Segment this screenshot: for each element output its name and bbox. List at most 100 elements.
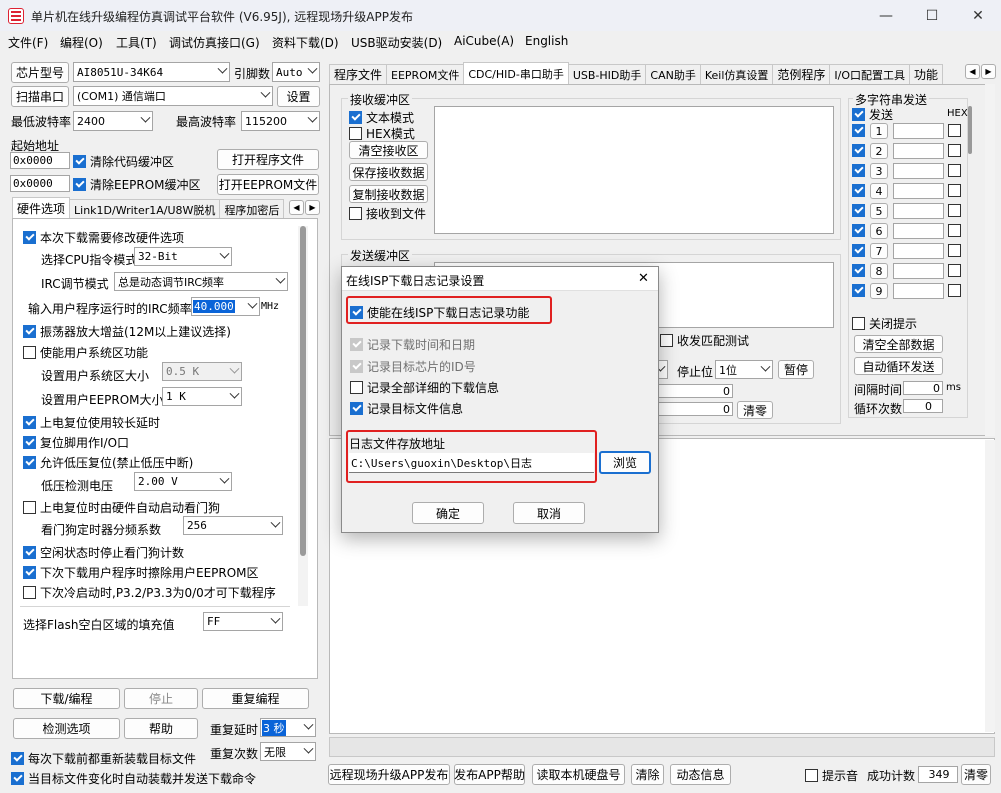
tab-examples[interactable]: 范例程序 [772,64,831,84]
code-address-input[interactable]: 0x0000 [10,152,70,169]
osc-gain-checkbox[interactable]: 振荡器放大增益(12M以上建议选择) [23,323,231,340]
publish-help-button[interactable]: 发布APP帮助 [454,764,525,785]
auto-send-checkbox[interactable]: 当目标文件变化时自动装载并发送下载命令 [11,770,256,787]
eeprom-address-input[interactable]: 0x0000 [10,175,70,192]
tab-scroll-left-icon[interactable]: ◀ [289,200,304,215]
multi-row-hex-checkbox[interactable] [948,264,965,277]
dynamic-info-button[interactable]: 动态信息 [670,764,731,785]
idle-stop-wdt-checkbox[interactable]: 空闲状态时停止看门狗计数 [23,544,184,561]
scrollbar-thumb[interactable] [300,226,306,556]
browse-button[interactable]: 浏览 [599,451,651,474]
low-voltage-reset-checkbox[interactable]: 允许低压复位(禁止低压中断) [23,454,193,471]
user-system-area-checkbox[interactable]: 使能用户系统区功能 [23,344,148,361]
multi-row-send-checkbox[interactable] [852,124,869,137]
reload-before-download-checkbox[interactable]: 每次下载前都重新装载目标文件 [11,750,196,767]
lvd-select[interactable]: 2.00 V [134,472,232,491]
long-reset-delay-checkbox[interactable]: 上电复位使用较长延时 [23,414,160,431]
clear-receive-button[interactable]: 清空接收区 [349,141,428,159]
tab-scroll-right-icon[interactable]: ▶ [305,200,320,215]
multi-row-text-input[interactable] [893,263,944,279]
tab-keil-settings[interactable]: Keil仿真设置 [699,64,774,84]
multi-row-hex-checkbox[interactable] [948,144,965,157]
port-settings-button[interactable]: 设置 [277,86,320,107]
match-test-checkbox[interactable]: 收发匹配测试 [660,332,749,349]
multi-row-send-checkbox[interactable] [852,164,869,177]
multi-row-text-input[interactable] [893,183,944,199]
recv-hex-mode-checkbox[interactable]: HEX模式 [349,125,415,142]
p32-p33-cold-start-checkbox[interactable]: 下次冷启动时,P3.2/P3.3为0/0才可下载程序 [23,584,276,601]
irc-freq-value[interactable]: 40.000 [193,300,235,313]
multi-row-send-button[interactable]: 6 [870,223,888,239]
output-scrollbar[interactable] [985,440,995,732]
multi-row-hex-checkbox[interactable] [948,244,965,257]
wdt-prescaler-select[interactable]: 256 [183,516,283,535]
tab-scroll-left-icon[interactable]: ◀ [965,64,980,79]
panel-scrollbar[interactable] [985,84,995,436]
record-chip-id-checkbox[interactable]: 记录目标芯片的ID号 [350,358,476,375]
tab-usb-hid[interactable]: USB-HID助手 [567,64,647,84]
tab-can[interactable]: CAN助手 [645,64,701,84]
multi-string-scrollbar[interactable] [968,106,972,154]
chip-model-select[interactable]: AI8051U-34K64 [73,62,230,82]
multi-row-send-button[interactable]: 5 [870,203,888,219]
copy-receive-button[interactable]: 复制接收数据 [349,185,428,203]
tab-io-config[interactable]: I/O口配置工具 [829,64,910,84]
tab-cdc-serial-assistant[interactable]: CDC/HID-串口助手 [463,62,569,84]
minimize-button[interactable]: — [863,0,909,31]
repeat-program-button[interactable]: 重复编程 [202,688,309,709]
enable-isp-log-checkbox[interactable]: 使能在线ISP下载日志记录功能 [350,304,529,321]
multi-row-send-button[interactable]: 8 [870,263,888,279]
ok-button[interactable]: 确定 [412,502,484,524]
multi-row-hex-checkbox[interactable] [948,164,965,177]
receive-to-file-checkbox[interactable]: 接收到文件 [349,205,426,222]
multi-row-send-button[interactable]: 7 [870,243,888,259]
menu-english[interactable]: English [525,34,568,48]
cancel-button[interactable]: 取消 [513,502,585,524]
pins-select[interactable]: Auto [272,62,320,82]
multi-row-text-input[interactable] [893,243,944,259]
tab-more[interactable]: 功能 [909,64,944,84]
maximize-button[interactable]: ☐ [909,0,955,31]
menu-download[interactable]: 资料下载(D) [272,34,339,51]
options-scrollbar[interactable] [298,226,308,606]
read-disk-id-button[interactable]: 读取本机硬盘号 [532,764,625,785]
sys-area-size-select[interactable]: 0.5 K [162,362,242,381]
multi-row-hex-checkbox[interactable] [948,224,965,237]
clear-eeprom-checkbox[interactable]: 清除EEPROM缓冲区 [73,176,201,193]
help-button[interactable]: 帮助 [124,718,198,739]
tab-hardware-options[interactable]: 硬件选项 [12,197,71,219]
record-target-file-checkbox[interactable]: 记录目标文件信息 [350,400,463,417]
irc-mode-select[interactable]: 总是动态调节IRC频率 [114,272,288,291]
multi-row-text-input[interactable] [893,143,944,159]
multi-row-send-button[interactable]: 3 [870,163,888,179]
multi-row-send-button[interactable]: 9 [870,283,888,299]
multi-row-send-button[interactable]: 2 [870,143,888,159]
stop-bits-select[interactable]: 1位 [715,360,773,379]
multi-row-send-checkbox[interactable] [852,284,869,297]
multi-row-send-checkbox[interactable] [852,264,869,277]
pause-button[interactable]: 暂停 [778,360,814,379]
multi-row-send-checkbox[interactable] [852,204,869,217]
clear-output-button[interactable]: 清除 [631,764,664,785]
menu-aicube[interactable]: AiCube(A) [454,34,514,48]
tab-eeprom-file[interactable]: EEPROM文件 [386,64,465,84]
dialog-close-icon[interactable]: ✕ [638,271,649,286]
multi-row-text-input[interactable] [893,223,944,239]
multi-row-send-checkbox[interactable] [852,224,869,237]
open-program-file-button[interactable]: 打开程序文件 [217,149,319,170]
remote-publish-button[interactable]: 远程现场升级APP发布 [328,764,450,785]
eeprom-size-select[interactable]: 1 K [162,387,242,406]
interval-input[interactable]: 0 [903,381,943,395]
watchdog-auto-start-checkbox[interactable]: 上电复位时由硬件自动启动看门狗 [23,499,220,516]
repeat-delay-value[interactable]: 3 秒 [262,719,286,736]
open-eeprom-file-button[interactable]: 打开EEPROM文件 [217,174,319,195]
repeat-delay-select[interactable]: 3 秒 [260,718,316,737]
cpu-mode-select[interactable]: 32-Bit [134,247,232,266]
min-baud-select[interactable]: 2400 [73,111,153,131]
tab-link1d[interactable]: Link1D/Writer1A/U8W脱机 [69,199,221,219]
flash-fill-select[interactable]: FF [203,612,283,631]
irc-freq-select[interactable]: 40.000 [191,297,260,316]
save-receive-button[interactable]: 保存接收数据 [349,163,428,181]
stop-button[interactable]: 停止 [124,688,198,709]
scan-port-button[interactable]: 扫描串口 [11,86,69,107]
